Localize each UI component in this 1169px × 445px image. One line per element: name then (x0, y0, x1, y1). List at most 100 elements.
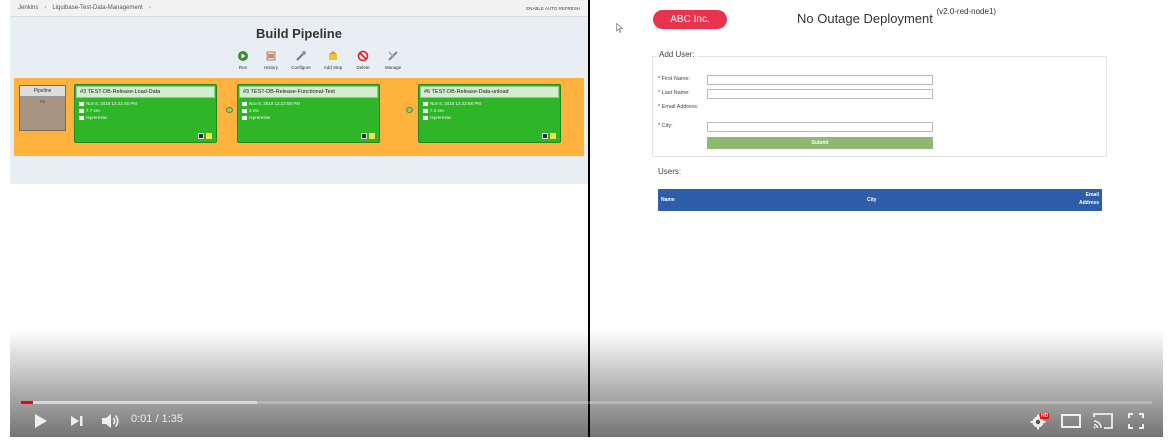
jenkins-breadcrumb: Jenkins › Liquibase-Test-Data-Management… (10, 0, 588, 17)
stage-user: rsprerestw (238, 113, 379, 120)
run-button[interactable]: Run (231, 50, 255, 70)
mouse-cursor-icon (616, 23, 624, 33)
breadcrumb-jenkins[interactable]: Jenkins (18, 5, 38, 11)
cast-button[interactable] (1093, 413, 1113, 429)
column-header-email[interactable]: Email Address (1069, 191, 1099, 207)
calendar-icon (423, 101, 428, 106)
calendar-icon (79, 101, 84, 106)
stage-title[interactable]: #6 TEST-DB-Release-Data-unload (420, 86, 559, 98)
users-table-header: Name City Email Address (658, 189, 1102, 211)
trigger-icon[interactable] (550, 133, 556, 139)
submit-button[interactable]: Submit (707, 137, 933, 149)
run-icon (238, 51, 248, 61)
stage-duration-text: 7.7 sec (86, 108, 101, 113)
city-input[interactable] (707, 122, 933, 132)
pipeline-title: Build Pipeline (256, 26, 342, 41)
column-header-city[interactable]: City (867, 197, 876, 203)
manage-icon (388, 51, 398, 61)
stage-user: rsprerestw (75, 113, 216, 120)
progress-bar[interactable] (21, 401, 1152, 404)
hd-badge: HD (1040, 413, 1050, 419)
pipeline-area: Pipeline #3 #3 TEST-DB-Release-Load-Data… (14, 78, 584, 156)
cast-icon (1093, 413, 1113, 429)
next-button[interactable] (70, 415, 84, 427)
history-button[interactable]: History (259, 50, 283, 70)
stage-actions (198, 133, 212, 139)
user-icon (423, 115, 428, 120)
add-user-legend: Add User: (657, 50, 697, 59)
stage-user-text: rsprerestw (430, 115, 452, 120)
trigger-icon[interactable] (206, 133, 212, 139)
play-icon (35, 414, 47, 428)
history-icon (266, 51, 276, 61)
pipeline-toolbar: Run History Configure Add Step Delete Ma… (50, 50, 588, 70)
city-label: * City: (658, 123, 673, 129)
pipeline-label: Pipeline (20, 86, 65, 97)
manage-label: Manage (384, 65, 402, 70)
app-title: No Outage Deployment (v2.0-red-node1) (797, 7, 996, 26)
configure-label: Configure (291, 65, 311, 70)
console-icon[interactable] (198, 133, 204, 139)
stage-duration-text: 3 ms (249, 108, 259, 113)
clock-icon (242, 108, 247, 113)
volume-icon (102, 414, 119, 428)
stage-user-text: rsprerestw (249, 115, 271, 120)
clock-icon (79, 108, 84, 113)
progress-buffered (21, 401, 258, 404)
stage-title[interactable]: #3 TEST-DB-Release-Functional-Test (239, 86, 378, 98)
pipeline-run-box[interactable]: Pipeline #3 (19, 85, 66, 131)
stage-date: Nov 8, 2018 12:22:46 PM (75, 99, 216, 106)
fullscreen-icon (1128, 413, 1144, 429)
split-divider (588, 0, 590, 437)
trigger-icon[interactable] (369, 133, 375, 139)
stage-load-data[interactable]: #3 TEST-DB-Release-Load-Data Nov 8, 2018… (74, 84, 217, 143)
breadcrumb-separator-icon: › (44, 5, 47, 11)
company-button[interactable]: ABC Inc. (653, 10, 727, 29)
stage-functional-test[interactable]: #3 TEST-DB-Release-Functional-Test Nov 8… (237, 84, 380, 143)
email-label: * Email Address: (658, 104, 699, 110)
volume-button[interactable] (101, 413, 121, 429)
breadcrumb-project[interactable]: Liquibase-Test-Data-Management (52, 5, 142, 11)
stage-date: Nov 8, 2018 12:22:56 PM (238, 99, 379, 106)
manage-button[interactable]: Manage (379, 50, 407, 70)
console-icon[interactable] (542, 133, 548, 139)
time-display: 0:01 / 1:35 (131, 413, 183, 425)
configure-button[interactable]: Configure (287, 50, 315, 70)
stage-title[interactable]: #3 TEST-DB-Release-Load-Data (76, 86, 215, 98)
auto-refresh-link[interactable]: ENABLE AUTO REFRESH (526, 6, 580, 11)
app-version: (v2.0-red-node1) (936, 7, 997, 16)
theater-mode-button[interactable] (1061, 414, 1081, 428)
first-name-input[interactable] (707, 75, 933, 85)
last-name-input[interactable] (707, 89, 933, 99)
configure-icon (296, 51, 306, 61)
breadcrumb-separator-icon: › (148, 5, 151, 11)
play-button[interactable] (34, 413, 48, 429)
last-name-label: * Last Name: (658, 90, 690, 96)
delete-label: Delete (356, 65, 370, 70)
fullscreen-button[interactable] (1128, 413, 1144, 429)
stage-duration: 7.3 sec (419, 106, 560, 113)
stage-duration: 7.7 sec (75, 106, 216, 113)
column-header-name[interactable]: Name (661, 197, 675, 203)
stage-arrow-icon (226, 107, 233, 113)
add-step-button[interactable]: Add Step (319, 50, 347, 70)
console-icon[interactable] (361, 133, 367, 139)
stage-duration-text: 7.3 sec (430, 108, 445, 113)
clock-icon (423, 108, 428, 113)
user-icon (242, 115, 247, 120)
users-heading: Users: (658, 167, 682, 176)
user-icon (79, 115, 84, 120)
stage-actions (542, 133, 556, 139)
stage-data-unload[interactable]: #6 TEST-DB-Release-Data-unload Nov 8, 20… (418, 84, 561, 143)
app-title-text: No Outage Deployment (797, 11, 933, 26)
jenkins-pipeline-view: Jenkins › Liquibase-Test-Data-Management… (10, 0, 588, 184)
history-label: History (263, 65, 278, 70)
run-label: Run (238, 65, 248, 70)
stage-user-text: rsprerestw (86, 115, 108, 120)
next-icon (71, 416, 83, 426)
theater-mode-icon (1061, 414, 1081, 428)
stage-date-text: Nov 8, 2018 12:22:58 PM (430, 101, 482, 106)
delete-icon (357, 50, 369, 62)
delete-button[interactable]: Delete (351, 50, 375, 70)
stage-user: rsprerestw (419, 113, 560, 120)
